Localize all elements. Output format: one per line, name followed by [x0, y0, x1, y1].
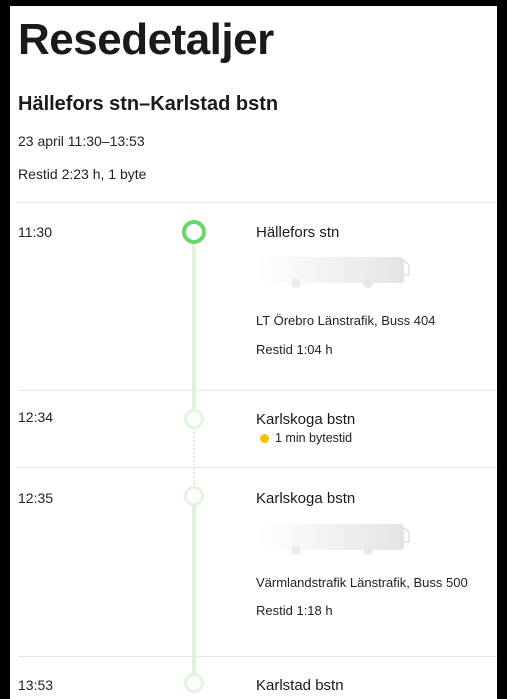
timeline-start-node — [182, 220, 206, 244]
timeline-line — [192, 242, 196, 409]
bus-icon — [258, 257, 410, 288]
transfer-info: 1 min bytestid — [256, 431, 352, 445]
operator-line: LT Örebro Länstrafik, Buss 404 — [256, 313, 436, 328]
window-frame-right — [497, 0, 507, 699]
departure-time: 11:30 — [18, 224, 52, 240]
page-title: Resedetaljer — [18, 15, 274, 64]
leg-duration: Restid 1:04 h — [256, 342, 333, 357]
arrival-time: 13:53 — [18, 677, 54, 693]
timeline-node — [184, 486, 204, 506]
timeline-node — [184, 409, 204, 429]
timeline-line — [192, 505, 196, 685]
window-frame-left — [0, 0, 10, 699]
bus-icon — [258, 524, 410, 555]
operator-line: Värmlandstrafik Länstrafik, Buss 500 — [256, 575, 468, 590]
stop-name: Hällefors stn — [256, 224, 340, 241]
timeline-transfer-dots — [193, 429, 197, 485]
leg-duration: Restid 1:18 h — [256, 603, 333, 618]
transfer-time: 1 min bytestid — [275, 431, 353, 445]
stop-name: Karlskoga bstn — [256, 490, 356, 507]
travel-summary: Restid 2:23 h, 1 byte — [18, 166, 147, 182]
stop-name: Karlstad bstn — [256, 677, 344, 694]
stop-name: Karlskoga bstn — [256, 411, 356, 428]
divider — [18, 467, 497, 468]
arrival-time: 12:34 — [18, 409, 54, 425]
trip-details-panel: Resedetaljer Hällefors stn–Karlstad bstn… — [10, 6, 497, 699]
trip-date: 23 april 11:30–13:53 — [18, 133, 145, 149]
timeline-node — [184, 673, 204, 693]
route-title: Hällefors stn–Karlstad bstn — [18, 93, 279, 115]
transfer-dot-icon — [260, 434, 269, 444]
divider — [18, 656, 497, 657]
divider — [18, 390, 497, 391]
divider — [18, 202, 497, 203]
departure-time: 12:35 — [18, 490, 54, 506]
